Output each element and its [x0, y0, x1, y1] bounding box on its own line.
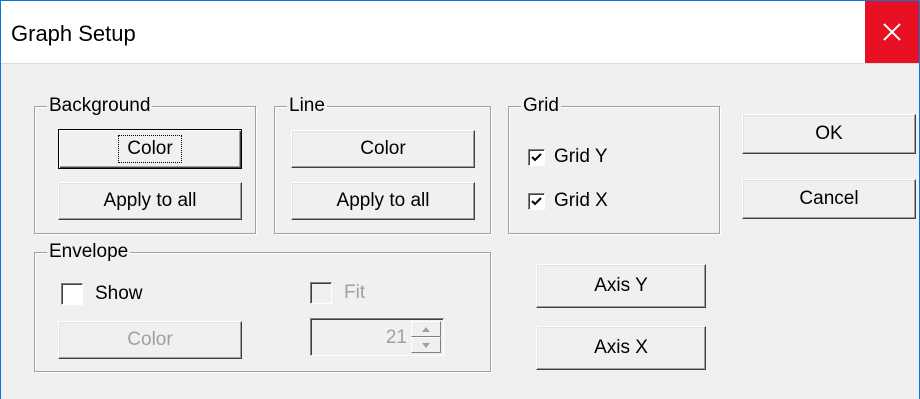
background-group-label: Background — [47, 95, 153, 117]
envelope-color-button-label: Color — [127, 329, 173, 350]
grid-x-checkbox-row[interactable]: Grid X — [528, 190, 608, 212]
spin-down-button — [411, 337, 441, 353]
arrow-down-icon — [422, 342, 430, 348]
axis-x-button[interactable]: Axis X — [536, 326, 706, 370]
axis-y-button-label: Axis Y — [594, 275, 648, 296]
close-button[interactable] — [865, 1, 919, 63]
axis-x-button-label: Axis X — [594, 337, 648, 358]
title-bar[interactable]: Graph Setup — [1, 1, 919, 63]
envelope-spin-value: 21 — [385, 327, 407, 348]
grid-x-label: Grid X — [554, 190, 608, 211]
window-title: Graph Setup — [11, 21, 136, 46]
show-checkbox-row[interactable]: Show — [61, 283, 143, 305]
cancel-button[interactable]: Cancel — [742, 179, 916, 219]
envelope-group-label: Envelope — [47, 241, 131, 263]
envelope-color-button: Color — [58, 321, 242, 359]
arrow-up-icon — [422, 326, 430, 332]
show-label: Show — [95, 283, 143, 304]
envelope-spin-box: 21 — [310, 318, 444, 356]
checkmark-icon — [531, 152, 542, 161]
axis-y-button[interactable]: Axis Y — [536, 264, 706, 308]
dialog-body: Background Color Apply to all Line Color… — [1, 63, 919, 399]
grid-y-checkbox-row[interactable]: Grid Y — [528, 146, 608, 168]
grid-group-label: Grid — [521, 95, 561, 117]
line-group-label: Line — [287, 95, 327, 117]
line-color-button-label: Color — [360, 138, 406, 159]
fit-checkbox-row: Fit — [310, 282, 365, 304]
grid-group: Grid — [508, 95, 720, 234]
grid-y-label: Grid Y — [554, 146, 608, 167]
fit-checkbox — [310, 282, 332, 304]
background-apply-all-label: Apply to all — [103, 190, 197, 211]
background-color-button-label: Color — [118, 135, 182, 163]
background-color-button[interactable]: Color — [58, 129, 242, 169]
ok-button[interactable]: OK — [742, 114, 916, 154]
fit-label: Fit — [344, 282, 366, 303]
show-checkbox[interactable] — [61, 283, 83, 305]
line-color-button[interactable]: Color — [291, 130, 475, 168]
line-apply-all-label: Apply to all — [336, 190, 430, 211]
close-icon — [883, 23, 901, 41]
checkmark-icon — [531, 196, 542, 205]
line-apply-all-button[interactable]: Apply to all — [291, 182, 475, 220]
spin-arrows — [411, 321, 441, 353]
grid-x-checkbox[interactable] — [528, 192, 545, 210]
spin-up-button — [411, 321, 441, 337]
graph-setup-dialog: Graph Setup Background Color Apply to al… — [0, 0, 920, 399]
background-apply-all-button[interactable]: Apply to all — [58, 182, 242, 220]
cancel-button-label: Cancel — [799, 188, 859, 209]
ok-button-label: OK — [815, 123, 843, 144]
grid-y-checkbox[interactable] — [528, 148, 545, 166]
